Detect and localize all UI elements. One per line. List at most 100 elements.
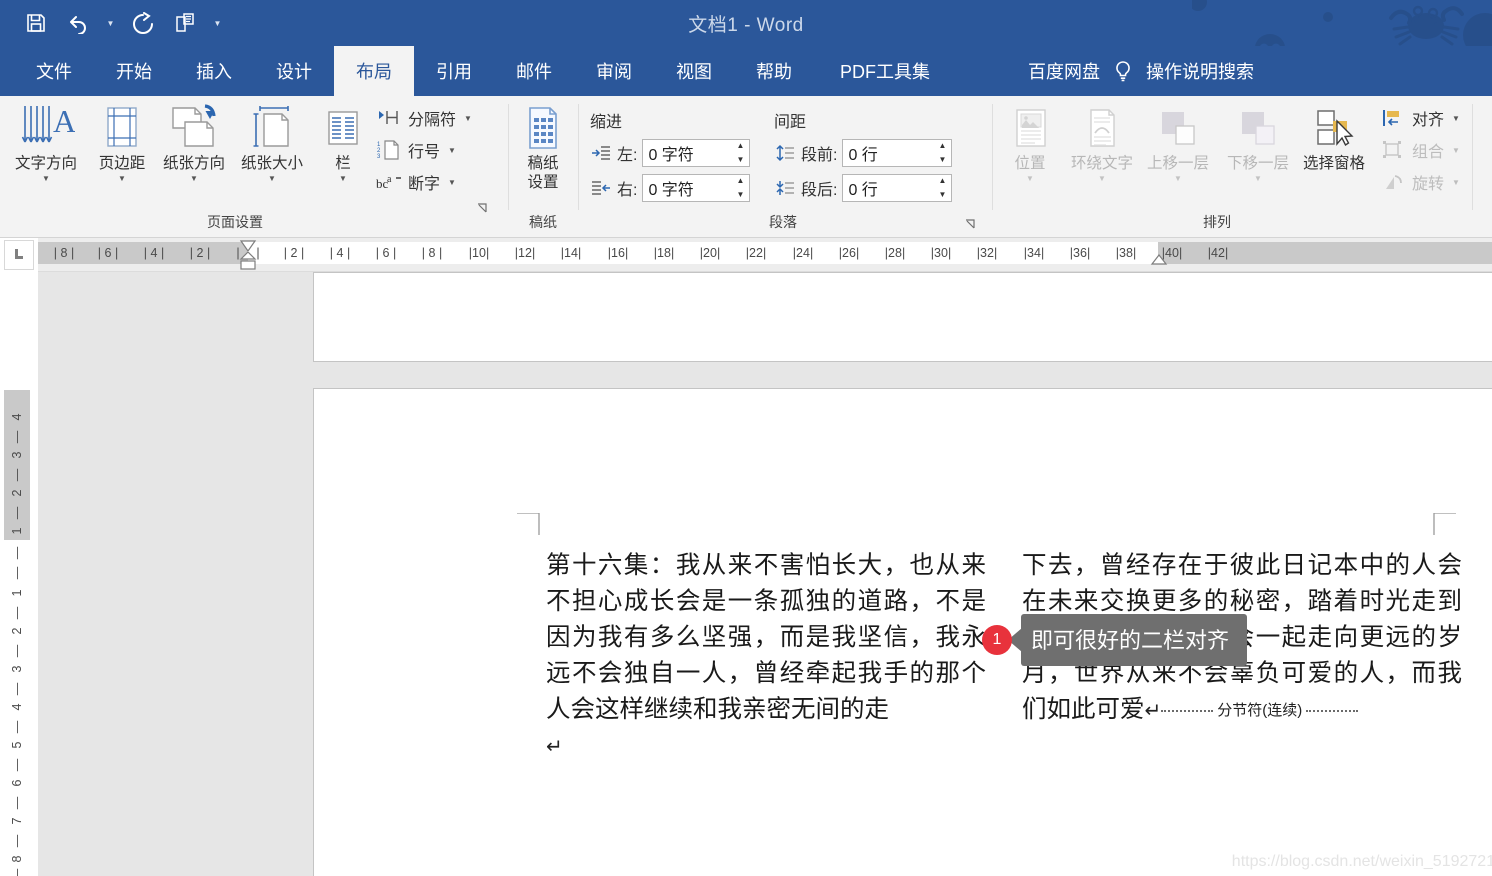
columns-icon [323,100,363,154]
wrap-text-icon [1081,100,1123,154]
ribbon: A 文字方向 ▼ 页边距 ▼ 纸张方向 ▼ 纸张大小 ▼ 栏 ▼ 分隔符 ▼ 1… [0,96,1492,238]
margins-button[interactable]: 页边距 ▼ [86,100,158,183]
tab-review[interactable]: 审阅 [574,46,654,96]
chevron-down-icon[interactable]: ▼ [1452,114,1460,123]
chevron-down-icon[interactable]: ▼ [268,174,276,183]
svg-text:A: A [53,103,75,139]
tab-pdf-tools[interactable]: PDF工具集 [814,46,956,96]
space-before-steppers[interactable]: ▲ ▼ [933,140,951,166]
indent-right-field[interactable]: 右: ▲▼ [590,174,751,202]
bring-forward-icon [1154,100,1202,154]
word-window: ▼ ▼ 文档1 - Word 文件 开始 插入 设计 布局 引用 邮件 审阅 视… [0,0,1492,876]
wrap-text-button[interactable]: 环绕文字 ▼ [1066,100,1138,183]
breaks-button[interactable]: 分隔符 ▼ [376,106,472,130]
chevron-down-icon[interactable]: ▼ [118,174,126,183]
orientation-button[interactable]: 纸张方向 ▼ [158,100,230,183]
ribbon-group-page-setup: A 文字方向 ▼ 页边距 ▼ 纸张方向 ▼ 纸张大小 ▼ 栏 ▼ 分隔符 ▼ 1… [0,96,487,238]
tell-me-search[interactable]: 操作说明搜索 [1146,58,1254,84]
selection-pane-button[interactable]: 选择窗格 [1298,100,1370,173]
space-after-steppers[interactable]: ▲ ▼ [933,175,951,201]
chevron-down-icon[interactable]: ▼ [1254,174,1262,183]
chevron-down-icon[interactable]: ▼ [42,174,50,183]
indent-left-field[interactable]: 左: ▲▼ [590,139,751,167]
manuscript-label-line1: 稿纸 [527,155,559,172]
vertical-ruler[interactable]: 4 — 3 — 2 — 1 — — 1 — 2 — 3 — 4 — 5 — 6 … [4,390,30,876]
section-break-dash-left [1161,709,1214,712]
line-numbers-button[interactable]: 1 2 3 行号 ▼ [376,138,456,162]
tab-layout[interactable]: 布局 [334,46,414,96]
baidu-netdisk-link[interactable]: 百度网盘 [1028,58,1100,84]
space-after-spinbox[interactable]: ▲▼ [842,174,953,202]
tab-view[interactable]: 视图 [654,46,734,96]
manuscript-label-line2: 设置 [527,173,559,191]
ribbon-tab-strip: 文件 开始 插入 设计 布局 引用 邮件 审阅 视图 帮助 PDF工具集 百度网… [0,46,1492,96]
section-break-label: 分节符(连续) [1217,701,1303,719]
right-indent-marker[interactable] [1150,254,1168,266]
horizontal-ruler[interactable]: | 8 | | 6 | | 4 | | 2 | | | | 2 | | 4 | … [38,238,1492,272]
rotate-objects-button[interactable]: 旋转 ▼ [1380,170,1460,194]
chevron-down-icon[interactable]: ▼ [339,174,347,183]
document-canvas[interactable]: 第十六集：我从来不害怕长大，也从来不担心成长会是一条孤独的道路，不是因为我有多么… [38,272,1492,876]
chevron-down-icon[interactable]: ▼ [190,174,198,183]
chevron-down-icon[interactable]: ▼ [448,146,456,155]
chevron-down-icon[interactable]: ▼ [464,114,472,123]
align-objects-button[interactable]: 对齐 ▼ [1380,106,1460,130]
indent-left-steppers[interactable]: ▲ ▼ [731,140,749,166]
text-column-left[interactable]: 第十六集：我从来不害怕长大，也从来不担心成长会是一条孤独的道路，不是因为我有多么… [546,547,986,764]
tab-stop-selector[interactable] [4,240,34,270]
tab-file[interactable]: 文件 [14,46,94,96]
first-line-indent-marker[interactable] [239,240,257,252]
hyphenation-label: 断字 [408,176,441,193]
indent-right-steppers[interactable]: ▲ ▼ [731,175,749,201]
manuscript-settings-button[interactable]: 稿纸 设置 [508,100,578,192]
ribbon-separator [1472,104,1473,210]
watermark-url: https://blog.csdn.net/weixin_51927215 [1231,853,1492,870]
indent-right-spinbox[interactable]: ▲▼ [642,174,751,202]
group-objects-button[interactable]: 组合 ▼ [1380,138,1460,162]
lightbulb-icon[interactable] [1112,59,1134,83]
indent-left-label: 左: [617,147,638,164]
page-setup-dialog-launcher[interactable] [476,202,490,216]
chevron-down-icon[interactable]: ▼ [1452,146,1460,155]
bring-forward-button[interactable]: 上移一层 ▼ [1142,100,1214,183]
text-direction-button[interactable]: A 文字方向 ▼ [10,100,82,183]
space-after-input[interactable] [843,175,934,201]
document-page-previous[interactable] [313,272,1492,362]
chevron-down-icon[interactable]: ▼ [448,178,456,187]
callout-text: 即可很好的二栏对齐 [1021,614,1248,666]
indent-right-input[interactable] [643,175,732,201]
paragraph-mark-left: ↵ [546,734,563,758]
space-after-field[interactable]: 段后: ▲▼ [774,174,953,202]
document-page-current[interactable]: 第十六集：我从来不害怕长大，也从来不担心成长会是一条孤独的道路，不是因为我有多么… [313,388,1492,876]
tab-design[interactable]: 设计 [254,46,334,96]
svg-text:a: a [387,174,392,185]
indent-left-spinbox[interactable]: ▲▼ [642,139,751,167]
columns-button[interactable]: 栏 ▼ [322,100,364,183]
chevron-down-icon[interactable]: ▼ [1026,174,1034,183]
space-before-field[interactable]: 段前: ▲▼ [774,139,953,167]
tab-help[interactable]: 帮助 [734,46,814,96]
left-indent-marker[interactable] [240,260,256,270]
tab-insert[interactable]: 插入 [174,46,254,96]
chevron-down-icon[interactable]: ▼ [1452,178,1460,187]
paragraph-dialog-launcher[interactable] [964,218,978,232]
space-before-input[interactable] [843,140,934,166]
paper-size-button[interactable]: 纸张大小 ▼ [236,100,308,183]
svg-text:3: 3 [377,154,381,160]
position-button[interactable]: 位置 ▼ [994,100,1066,183]
hyphenation-button[interactable]: bc a 断字 ▼ [376,170,456,194]
indent-left-input[interactable] [643,140,732,166]
tab-mailings[interactable]: 邮件 [494,46,574,96]
paragraph-left[interactable]: 第十六集：我从来不害怕长大，也从来不担心成长会是一条孤独的道路，不是因为我有多么… [546,547,986,727]
send-backward-label: 下移一层 [1226,155,1289,172]
send-backward-button[interactable]: 下移一层 ▼ [1222,100,1294,183]
section-break-marker: 分节符(连续) [1161,693,1359,729]
indent-left-icon [590,143,612,163]
position-icon [1009,100,1051,154]
chevron-down-icon[interactable]: ▼ [1174,174,1182,183]
chevron-down-icon[interactable]: ▼ [1098,174,1106,183]
tab-references[interactable]: 引用 [414,46,494,96]
space-before-spinbox[interactable]: ▲▼ [842,139,953,167]
section-break-dash-right [1306,709,1359,712]
tab-home[interactable]: 开始 [94,46,174,96]
